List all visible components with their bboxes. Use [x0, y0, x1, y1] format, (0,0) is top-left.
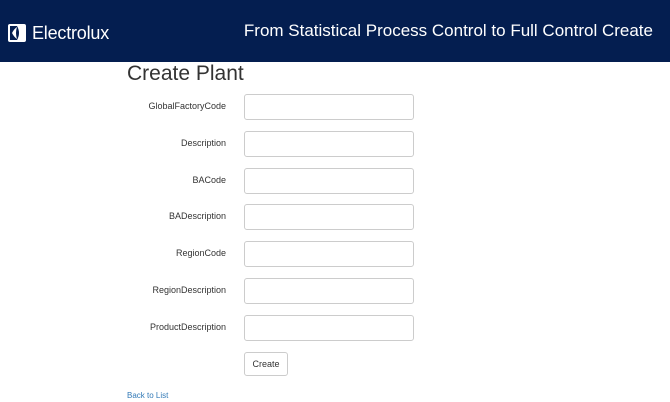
- product-description-label: ProductDescription: [149, 322, 226, 332]
- region-code-input[interactable]: [244, 241, 414, 267]
- form-row-ba-description: BADescription: [0, 204, 670, 230]
- ba-code-input[interactable]: [244, 168, 414, 194]
- app-title[interactable]: From Statistical Process Control to Full…: [244, 21, 653, 41]
- ba-description-input[interactable]: [244, 204, 414, 230]
- description-label: Description: [180, 138, 226, 148]
- description-input[interactable]: [244, 131, 414, 157]
- form-row-region-code: RegionCode: [0, 241, 670, 267]
- form-row-ba-code: BACode: [0, 168, 670, 194]
- brand-logo[interactable]: Electrolux: [8, 22, 109, 44]
- electrolux-logo-icon: [8, 24, 26, 42]
- top-navbar: Electrolux From Statistical Process Cont…: [0, 0, 670, 62]
- global-factory-code-label: GlobalFactoryCode: [148, 101, 226, 111]
- form-row-product-description: ProductDescription: [0, 315, 670, 341]
- form-row-region-description: RegionDescription: [0, 278, 670, 304]
- create-button[interactable]: Create: [244, 352, 288, 376]
- global-factory-code-input[interactable]: [244, 94, 414, 120]
- ba-code-label: BACode: [192, 175, 226, 185]
- ba-description-label: BADescription: [168, 211, 226, 221]
- region-description-input[interactable]: [244, 278, 414, 304]
- region-description-label: RegionDescription: [152, 285, 226, 295]
- page-title: Create Plant: [127, 62, 244, 85]
- back-to-list-link[interactable]: Back to List: [127, 392, 168, 400]
- brand-name: Electrolux: [32, 22, 110, 43]
- form-row-global-factory-code: GlobalFactoryCode: [0, 94, 670, 120]
- product-description-input[interactable]: [244, 315, 414, 341]
- region-code-label: RegionCode: [175, 248, 226, 258]
- form-row-description: Description: [0, 131, 670, 157]
